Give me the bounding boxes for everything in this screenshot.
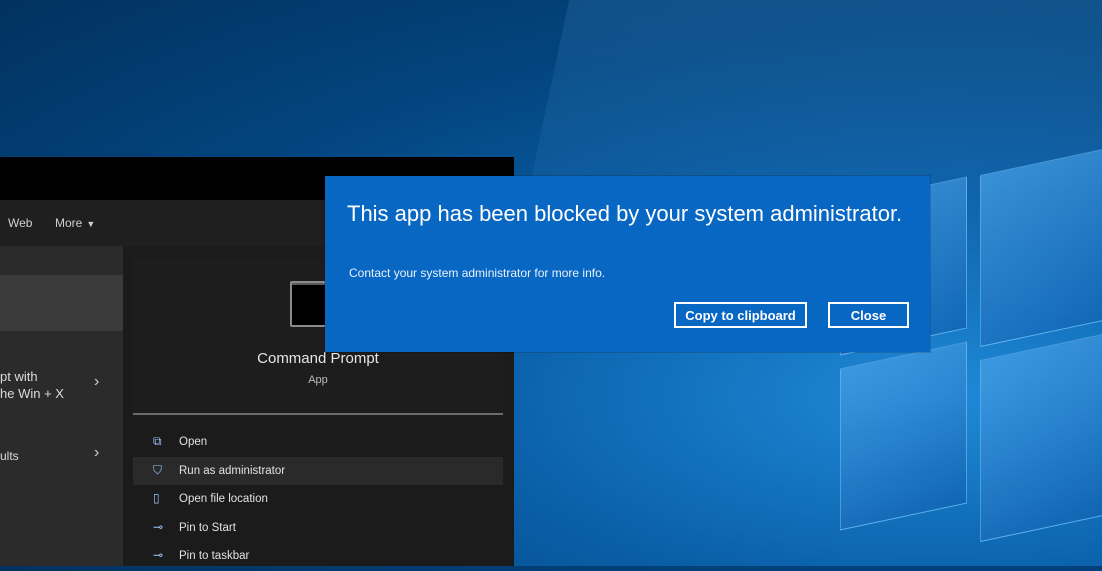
chevron-right-icon[interactable]: ›	[94, 444, 99, 462]
action-label: Open file location	[179, 493, 268, 505]
tab-more[interactable]: More ▼	[55, 216, 95, 230]
app-blocked-dialog: This app has been blocked by your system…	[325, 176, 930, 352]
action-open-file-location[interactable]: ▯ Open file location	[133, 485, 503, 514]
tab-more-label: More	[55, 216, 83, 230]
result-item[interactable]: ults	[0, 448, 19, 465]
action-label: Open	[179, 436, 208, 448]
app-actions-list: ⧉ Open ⛉ Run as administrator ▯ Open fil…	[133, 428, 503, 571]
action-pin-to-taskbar[interactable]: ⊸ Pin to taskbar	[133, 542, 503, 571]
logo-pane	[840, 341, 967, 531]
action-open[interactable]: ⧉ Open	[133, 428, 503, 457]
result-item[interactable]: pt with he Win + X	[0, 368, 64, 402]
selected-result[interactable]	[0, 275, 123, 331]
close-button[interactable]: Close	[828, 302, 909, 328]
open-icon: ⧉	[153, 434, 162, 448]
logo-pane	[980, 144, 1102, 348]
pin-icon: ⊸	[153, 519, 164, 534]
pin-icon: ⊸	[153, 548, 164, 562]
results-list: pt with he Win + X › ults ›	[0, 246, 123, 566]
action-label: Pin to taskbar	[179, 550, 250, 562]
action-pin-to-start[interactable]: ⊸ Pin to Start	[133, 514, 503, 543]
logo-pane	[980, 329, 1102, 543]
copy-to-clipboard-button[interactable]: Copy to clipboard	[674, 302, 807, 328]
app-name: Command Prompt	[257, 350, 379, 367]
tab-web[interactable]: Web	[8, 216, 32, 230]
file-icon: ▯	[153, 491, 160, 505]
command-prompt-icon	[290, 281, 328, 327]
action-run-as-administrator[interactable]: ⛉ Run as administrator	[133, 456, 503, 485]
action-label: Run as administrator	[179, 464, 286, 477]
shield-icon: ⛉	[153, 462, 163, 477]
action-label: Pin to Start	[179, 521, 236, 534]
divider	[133, 413, 503, 415]
dialog-message: Contact your system administrator for mo…	[349, 266, 606, 280]
app-type: App	[308, 374, 328, 386]
chevron-down-icon: ▼	[86, 219, 96, 229]
chevron-right-icon[interactable]: ›	[94, 373, 99, 391]
dialog-title: This app has been blocked by your system…	[347, 201, 903, 226]
